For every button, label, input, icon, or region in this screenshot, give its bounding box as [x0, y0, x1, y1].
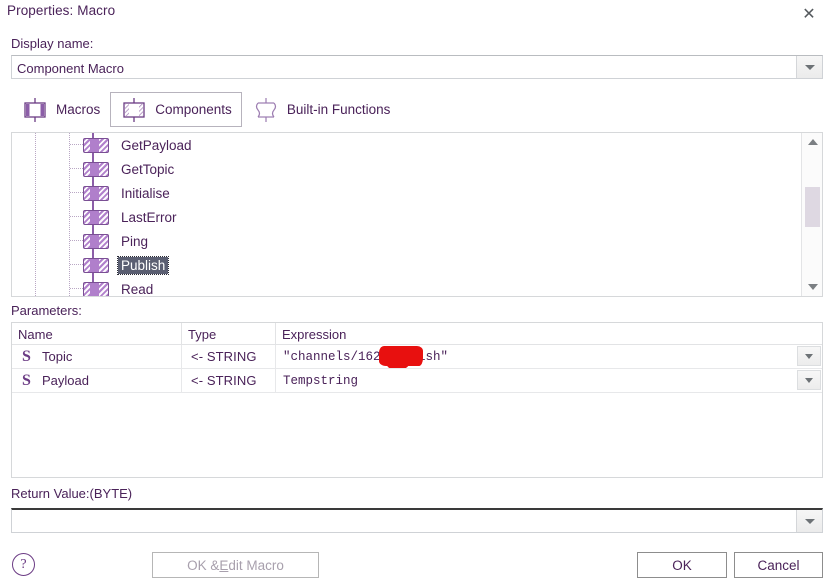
title-bar: Properties: Macro ✕: [0, 0, 828, 27]
component-node-icon: [83, 137, 109, 153]
close-icon[interactable]: ✕: [792, 0, 826, 27]
parameter-type-cell: <- STRING: [182, 369, 276, 392]
parameter-dropdown-chevron-down-icon[interactable]: [797, 370, 821, 390]
column-header-type: Type: [182, 323, 276, 344]
tree-connector-icon: [70, 168, 83, 169]
tree-connector-icon: [70, 144, 83, 145]
tree-vertical-scrollbar[interactable]: [801, 133, 822, 296]
parameter-expression-value: "channels/16: [283, 349, 374, 364]
component-node-icon: [83, 281, 109, 296]
chevron-down-icon: [804, 518, 815, 524]
display-name-label: Display name:: [11, 36, 94, 51]
cancel-button[interactable]: Cancel: [734, 552, 823, 578]
ok-edit-macro-button[interactable]: OK & Edit Macro: [152, 552, 319, 578]
parameter-name-cell[interactable]: S Payload: [12, 369, 182, 392]
tree-item-label: Ping: [121, 233, 149, 249]
return-value-label: Return Value:(BYTE): [11, 486, 133, 501]
chevron-down-icon: [804, 64, 815, 70]
tree-item-getpayload[interactable]: GetPayload: [12, 133, 800, 157]
tab-builtin-functions[interactable]: Built-in Functions: [242, 92, 401, 127]
ok-button[interactable]: OK: [637, 552, 727, 578]
parameter-expression-cell[interactable]: "channels/16 2/publish": [276, 345, 822, 368]
tree-connector-icon: [70, 216, 83, 217]
column-header-name: Name: [12, 323, 182, 344]
display-name-dropdown-chevron-down-icon[interactable]: [796, 56, 822, 78]
ok-edit-macro-label-key: E: [219, 557, 229, 573]
tree-connector-icon: [70, 192, 83, 193]
tree-item-label: GetTopic: [121, 161, 175, 177]
parameter-name-cell[interactable]: S Topic: [12, 345, 182, 368]
component-node-icon: [83, 209, 109, 225]
return-value-dropdown-chevron-down-icon[interactable]: [796, 510, 822, 532]
help-icon[interactable]: ?: [12, 553, 35, 576]
tree-item-initialise[interactable]: Initialise: [12, 181, 800, 205]
parameters-label: Parameters:: [11, 303, 82, 318]
parameter-name-label: Payload: [42, 373, 89, 388]
display-name-input[interactable]: Component Macro: [12, 56, 796, 78]
scrollbar-thumb[interactable]: [805, 187, 820, 227]
component-hatched-icon: [123, 97, 145, 122]
ok-edit-macro-label-pre: OK &: [187, 557, 220, 573]
properties-macro-dialog: Properties: Macro ✕ Display name: Compon…: [0, 0, 828, 587]
component-node-icon: [83, 185, 109, 201]
tab-bar: Macros Components Built-in Functions: [11, 92, 400, 127]
string-type-icon: S: [22, 371, 31, 389]
tree-item-label: Initialise: [121, 185, 170, 201]
return-value-input[interactable]: [12, 510, 796, 532]
return-value-combobox[interactable]: [11, 508, 823, 533]
tree-connector-icon: [70, 264, 83, 265]
component-node-icon: [83, 233, 109, 249]
parameter-type-label: <- STRING: [191, 373, 257, 388]
column-header-expression: Expression: [282, 327, 347, 342]
tree-item-gettopic[interactable]: GetTopic: [12, 157, 800, 181]
parameter-name-label: Topic: [42, 349, 73, 364]
parameters-table-header: Name Type Expression: [12, 323, 822, 345]
tree-connector-icon: [70, 240, 83, 241]
string-type-icon: S: [22, 347, 31, 365]
tab-macros-label: Macros: [56, 102, 101, 117]
tree-item-lasterror[interactable]: LastError: [12, 205, 800, 229]
tree-connector-icon: [70, 288, 83, 289]
parameters-table: Name Type Expression S Topic <- STRING "…: [11, 322, 823, 478]
component-tree-panel: GetPayload GetTopic Initialise LastError: [11, 132, 823, 297]
tab-macros[interactable]: Macros: [11, 92, 110, 127]
ok-edit-macro-label-post: dit Macro: [228, 557, 284, 573]
tree-item-label: GetPayload: [121, 137, 192, 153]
tab-components[interactable]: Components: [110, 92, 242, 127]
page-title: Properties: Macro: [7, 3, 116, 18]
parameter-dropdown-chevron-down-icon[interactable]: [797, 346, 821, 366]
display-name-combobox[interactable]: Component Macro: [11, 55, 823, 79]
scroll-up-arrow-icon[interactable]: [802, 133, 822, 151]
tree-item-publish[interactable]: Publish: [12, 253, 800, 277]
tree-item-label: Read: [121, 281, 154, 297]
component-node-icon: [83, 161, 109, 177]
tree-item-label: Publish: [116, 255, 170, 275]
tab-components-label: Components: [155, 102, 232, 117]
tree-item-label: LastError: [121, 209, 177, 225]
tree-item-read[interactable]: Read: [12, 277, 800, 297]
component-node-icon: [83, 257, 109, 273]
redaction-mark: [379, 346, 423, 368]
component-macro-icon: [24, 97, 46, 122]
tab-builtin-functions-label: Built-in Functions: [286, 102, 391, 117]
table-row[interactable]: S Topic <- STRING "channels/16 2/publish…: [12, 345, 822, 369]
scroll-down-arrow-icon[interactable]: [802, 278, 822, 296]
tree-item-ping[interactable]: Ping: [12, 229, 800, 253]
parameter-expression-value: Tempstring: [283, 373, 359, 388]
parameter-type-label: <- STRING: [191, 349, 257, 364]
parameter-expression-cell[interactable]: Tempstring: [276, 369, 822, 392]
component-tree-list: GetPayload GetTopic Initialise LastError: [12, 133, 800, 296]
parameter-type-cell: <- STRING: [182, 345, 276, 368]
table-row[interactable]: S Payload <- STRING Tempstring: [12, 369, 822, 393]
function-squiggle-icon: [255, 97, 276, 122]
